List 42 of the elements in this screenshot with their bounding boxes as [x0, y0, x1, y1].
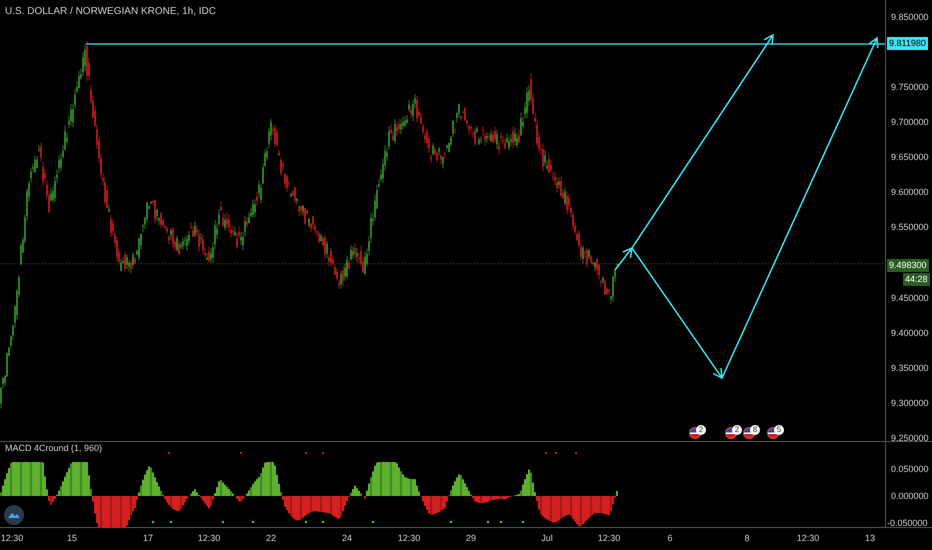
price-label: 9.350000: [891, 362, 929, 373]
event-count: 5: [774, 425, 784, 435]
price-label: 9.300000: [891, 398, 929, 408]
indicator-axis-label: -0.050000: [887, 518, 928, 528]
event-flag[interactable]: 2: [725, 425, 741, 439]
event-count: 8: [750, 425, 760, 435]
event-count: 2: [732, 425, 742, 435]
time-label: 15: [67, 533, 77, 543]
time-label: 8: [744, 533, 750, 543]
time-label: 6: [668, 533, 672, 543]
time-label: 29: [466, 533, 476, 543]
time-label: 24: [342, 533, 352, 543]
event-flag[interactable]: 5: [767, 425, 783, 439]
price-label: 9.600000: [891, 187, 929, 198]
countdown-label: 44:28: [903, 273, 930, 286]
indicator-axis-label: 0.050000: [891, 464, 929, 474]
time-label: Jul: [541, 533, 553, 543]
indicator-title: MACD 4Cround (1, 960): [5, 443, 102, 454]
event-flag[interactable]: 2: [689, 425, 705, 439]
time-label: 12:30: [198, 533, 220, 543]
indicator-axis-label: 0.000000: [891, 491, 929, 501]
logo-icon[interactable]: [4, 505, 24, 525]
price-label: 9.700000: [891, 117, 929, 128]
price-label: 9.850000: [891, 12, 929, 22]
price-label: 9.650000: [891, 152, 929, 162]
time-label: 12:30: [796, 533, 820, 543]
target-price-label: 9.811980: [887, 37, 928, 50]
price-label: 9.250000: [891, 432, 929, 443]
time-label: 13: [865, 533, 875, 543]
price-label: 9.550000: [891, 222, 929, 232]
event-count: 2: [696, 425, 706, 435]
chart-title: U.S. DOLLAR / NORWEGIAN KRONE, 1h, IDC: [5, 5, 216, 19]
price-label: 9.450000: [891, 292, 929, 303]
time-label: 12:30: [598, 533, 620, 543]
price-label: 9.750000: [891, 82, 929, 92]
time-label: 22: [266, 533, 276, 543]
price-label: 9.400000: [891, 328, 929, 338]
time-label: 17: [143, 533, 153, 543]
event-flag[interactable]: 8: [743, 425, 759, 439]
last-price-label: 9.498300: [887, 259, 929, 272]
time-label: 12:30: [0, 533, 24, 543]
time-label: 12:30: [398, 533, 420, 543]
